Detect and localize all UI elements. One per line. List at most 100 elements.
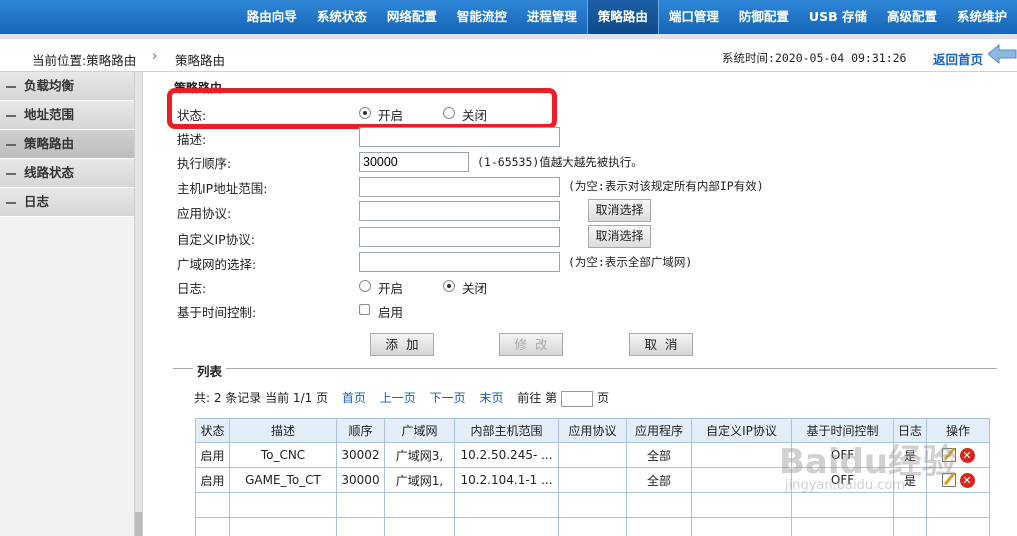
col-time-control: 基于时间控制: [791, 418, 894, 443]
cell: 启用: [195, 442, 230, 468]
cell: GAME_To_CT: [229, 467, 337, 493]
red-highlight-box: [167, 88, 557, 129]
nav-smart-flow-control[interactable]: 智能流控: [447, 0, 517, 34]
host-range-input[interactable]: [359, 177, 560, 197]
custom-ip-protocol-label: 自定义IP协议:: [177, 232, 255, 247]
app-protocol-input[interactable]: [359, 201, 560, 221]
system-time: 系统时间:2020-05-04 09:31:26: [722, 51, 907, 65]
col-description: 描述: [229, 418, 337, 443]
pagination-summary: 共: 2 条记录 当前 1/1 页: [194, 391, 329, 405]
col-application: 应用程序: [626, 418, 692, 443]
edit-icon[interactable]: [941, 448, 956, 462]
cell-operation: ✕: [926, 467, 990, 493]
back-arrow-icon[interactable]: [988, 44, 1017, 64]
app-protocol-label: 应用协议:: [177, 206, 232, 221]
log-on-radio[interactable]: [359, 280, 371, 292]
table-row[interactable]: 启用 GAME_To_CT 30000 广域网1, 10.2.104.1-1 .…: [195, 467, 990, 493]
next-page-link[interactable]: 下一页: [430, 391, 466, 405]
col-status: 状态: [195, 418, 230, 443]
order-hint: (1-65535)值越大越先被执行。: [477, 155, 643, 169]
time-control-checkbox[interactable]: [359, 304, 370, 315]
wan-label: 广域网的选择:: [177, 257, 257, 272]
log-label: 日志:: [177, 281, 207, 296]
nav-route-wizard[interactable]: 路由向导: [237, 0, 307, 34]
col-order: 顺序: [336, 418, 385, 443]
sidebar-item-label: 日志: [24, 194, 50, 209]
col-app-protocol: 应用协议: [558, 418, 627, 443]
top-navigation-bar: 路由向导 系统状态 网络配置 智能流控 进程管理 策略路由 端口管理 防御配置 …: [0, 0, 1017, 34]
col-log: 日志: [893, 418, 927, 443]
cell: 启用: [195, 467, 230, 493]
scrollbar-thumb[interactable]: [135, 512, 142, 536]
cell: [691, 467, 792, 493]
col-host-range: 内部主机范围: [454, 418, 559, 443]
edit-icon[interactable]: [941, 473, 956, 487]
wan-hint: (为空:表示全部广域网): [568, 255, 693, 269]
cell: To_CNC: [229, 442, 337, 468]
list-title: 列表: [193, 361, 227, 380]
prev-page-link[interactable]: 上一页: [380, 391, 416, 405]
cell: 10.2.104.1-1 ...: [454, 467, 559, 493]
col-wan: 广域网: [384, 418, 455, 443]
cell: 10.2.50.245- ...: [454, 442, 559, 468]
delete-icon[interactable]: ✕: [959, 447, 975, 463]
cancel-button[interactable]: 取消: [629, 333, 693, 356]
dash-icon: [6, 143, 16, 146]
cancel-select-custom-ip-button[interactable]: 取消选择: [588, 225, 651, 248]
cell: 全部: [626, 442, 692, 468]
nav-usb-storage[interactable]: USB 存储: [799, 0, 877, 34]
nav-system-maintenance[interactable]: 系统维护: [947, 0, 1017, 34]
goto-page-input[interactable]: [561, 390, 594, 407]
dash-icon: [6, 172, 16, 175]
first-page-link[interactable]: 首页: [342, 391, 366, 405]
sidebar-item-label: 地址范围: [24, 107, 75, 122]
description-label: 描述:: [177, 132, 207, 147]
log-off-radio[interactable]: [443, 280, 455, 292]
order-input[interactable]: [359, 152, 469, 172]
add-button[interactable]: 添加: [370, 333, 434, 356]
nav-advanced-config[interactable]: 高级配置: [877, 0, 947, 34]
return-home-link[interactable]: 返回首页: [933, 49, 983, 68]
sidebar-item-address-range[interactable]: 地址范围: [0, 101, 134, 130]
sidebar-item-label: 线路状态: [24, 165, 75, 180]
cell: 广域网3,: [384, 442, 455, 468]
description-input[interactable]: [359, 127, 560, 147]
cell: OFF: [791, 442, 894, 468]
breadcrumb-current: 策略路由: [175, 53, 226, 68]
nav-process-management[interactable]: 进程管理: [517, 0, 587, 34]
cancel-select-app-protocol-button[interactable]: 取消选择: [588, 199, 651, 222]
nav-policy-routing[interactable]: 策略路由: [586, 0, 659, 34]
dash-icon: [6, 201, 16, 204]
host-range-hint: (为空:表示对该规定所有内部IP有效): [568, 179, 764, 193]
modify-button[interactable]: 修改: [499, 333, 563, 356]
sidebar-item-load-balance[interactable]: 负载均衡: [0, 72, 134, 101]
host-range-label: 主机IP地址范围:: [177, 181, 268, 196]
cell: [691, 442, 792, 468]
top-nav: 路由向导 系统状态 网络配置 智能流控 进程管理 策略路由 端口管理 防御配置 …: [237, 0, 1017, 34]
wan-input[interactable]: [359, 252, 560, 272]
nav-network-config[interactable]: 网络配置: [377, 0, 447, 34]
cell: 30002: [336, 442, 385, 468]
cell: OFF: [791, 467, 894, 493]
table-row-empty: [195, 517, 990, 536]
order-label: 执行顺序:: [177, 156, 232, 171]
table-row[interactable]: 启用 To_CNC 30002 广域网3, 10.2.50.245- ... 全…: [195, 442, 990, 468]
cell: 30000: [336, 467, 385, 493]
nav-system-status[interactable]: 系统状态: [307, 0, 377, 34]
sidebar-item-policy-routing[interactable]: 策略路由: [0, 130, 134, 159]
col-custom-ip-protocol: 自定义IP协议: [691, 418, 792, 443]
main-content: 策略路由 状态: 开启 关闭 描述: 执行顺序: (1-65535)值越大越先被…: [143, 72, 1017, 536]
sidebar: 负载均衡 地址范围 策略路由 线路状态 日志: [0, 72, 143, 536]
last-page-link[interactable]: 末页: [479, 391, 503, 405]
delete-icon[interactable]: ✕: [959, 472, 975, 488]
sidebar-item-line-status[interactable]: 线路状态: [0, 159, 134, 188]
sidebar-item-log[interactable]: 日志: [0, 188, 134, 217]
dash-icon: [6, 114, 16, 117]
sidebar-scrollbar[interactable]: [134, 72, 142, 536]
nav-port-management[interactable]: 端口管理: [659, 0, 729, 34]
nav-defense-config[interactable]: 防御配置: [729, 0, 799, 34]
cell: 广域网1,: [384, 467, 455, 493]
custom-ip-protocol-input[interactable]: [359, 227, 560, 247]
goto-prefix: 前往 第: [517, 391, 558, 405]
log-on-label: 开启: [378, 281, 404, 296]
